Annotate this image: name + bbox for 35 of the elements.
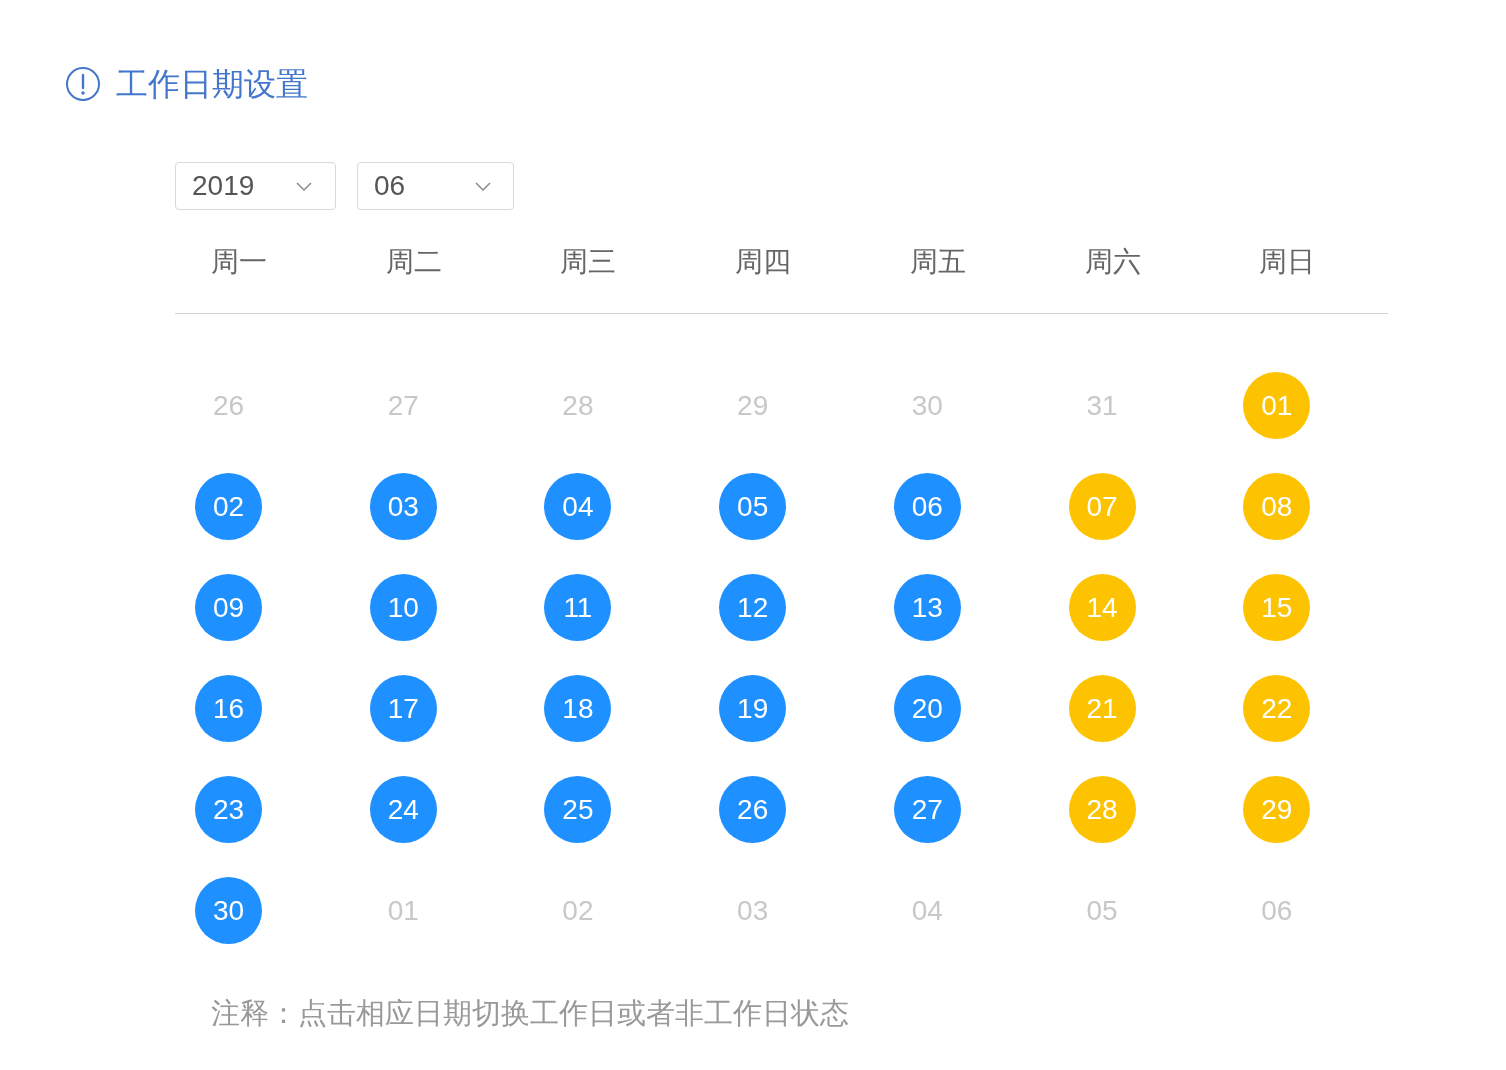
date-button[interactable]: 11 (544, 574, 612, 641)
date-button[interactable]: 26 (719, 776, 787, 843)
weekday-header: 周五 (909, 245, 966, 277)
chevron-down-icon (296, 181, 312, 191)
note-text: 注释：点击相应日期切换工作日或者非工作日状态 (211, 997, 849, 1029)
weekday-header: 周一 (211, 245, 267, 277)
exclamation-circle-icon (66, 67, 100, 101)
date-button[interactable]: 13 (893, 574, 961, 641)
weekday-header: 周六 (1084, 245, 1141, 277)
date-button[interactable]: 23 (195, 776, 262, 843)
date-button[interactable]: 02 (195, 473, 262, 540)
date-button[interactable]: 12 (719, 574, 787, 641)
page-title: 工作日期设置 (116, 66, 308, 102)
date-button[interactable]: 24 (369, 776, 437, 843)
date-button[interactable]: 16 (195, 675, 262, 742)
weekday-header: 周二 (385, 245, 442, 277)
weekday-header: 周三 (560, 245, 617, 277)
date-button[interactable]: 17 (369, 675, 437, 742)
date-button[interactable]: 19 (719, 675, 787, 742)
date-button[interactable]: 04 (544, 473, 612, 540)
month-select[interactable]: 06 (357, 162, 514, 210)
date-button[interactable]: 20 (893, 675, 961, 742)
chevron-down-icon (475, 181, 491, 191)
date-button[interactable]: 27 (893, 776, 961, 843)
date-button[interactable]: 05 (719, 473, 787, 540)
date-button[interactable]: 10 (369, 574, 437, 641)
year-select[interactable]: 2019 (175, 162, 336, 210)
date-button[interactable]: 06 (893, 473, 961, 540)
weekday-header: 周四 (735, 245, 792, 277)
date-button[interactable]: 09 (195, 574, 262, 641)
date-button[interactable]: 30 (195, 877, 262, 944)
weekday-header: 周日 (1259, 245, 1316, 277)
date-button[interactable]: 03 (369, 473, 437, 540)
date-button[interactable]: 18 (544, 675, 612, 742)
date-button[interactable]: 25 (544, 776, 612, 843)
